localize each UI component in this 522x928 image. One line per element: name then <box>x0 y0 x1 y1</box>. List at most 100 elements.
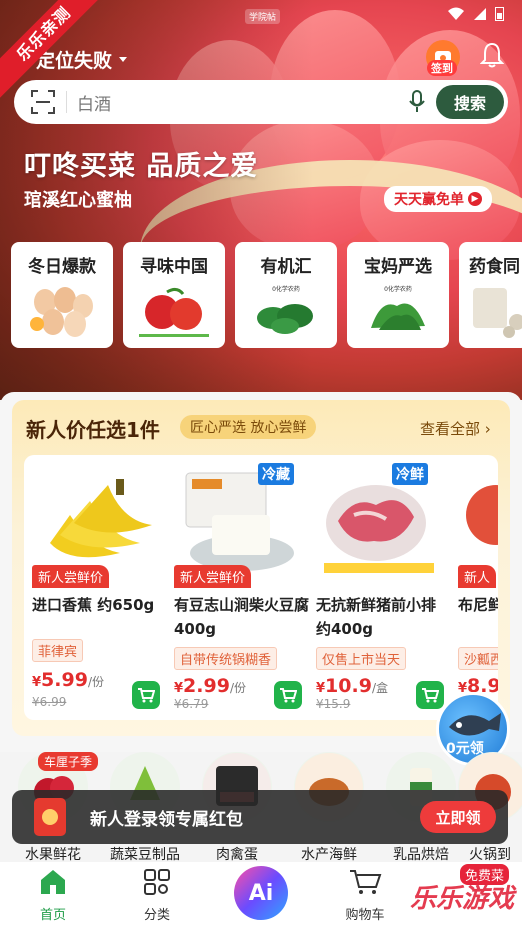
category-label: 肉禽蛋 <box>216 847 258 863</box>
price-value: 2.99 <box>183 675 230 697</box>
spinach-image: 0化学农药 <box>257 284 313 334</box>
apples-image <box>139 287 209 337</box>
price-unit: /份 <box>229 681 246 695</box>
cart-icon <box>138 688 155 703</box>
tab-cart[interactable]: 购物车 <box>330 868 400 923</box>
grid-icon <box>144 869 170 895</box>
category-label: 寻味中国 <box>140 257 208 277</box>
product-card[interactable]: 新人 布尼鲜茄 约 沙瓤西 ¥8.9 <box>450 455 498 720</box>
category-card-food-therapy[interactable]: 药食同 <box>459 242 522 348</box>
watermark-brand: 乐乐游戏 <box>410 884 515 914</box>
notification-button[interactable] <box>479 42 505 72</box>
wifi-icon <box>448 7 464 20</box>
original-price: ¥6.99 <box>32 695 67 709</box>
login-red-packet-banner[interactable]: 新人登录领专属红包 立即领 <box>12 790 508 844</box>
category-card-mom-pick[interactable]: 宝妈严选 0化学农药 <box>347 242 449 348</box>
category-label: 有机汇 <box>260 257 312 277</box>
category-label: 冬日爆款 <box>28 257 96 277</box>
add-to-cart-button[interactable] <box>132 681 160 709</box>
search-bar[interactable]: 白酒 搜索 <box>14 80 508 124</box>
search-divider <box>66 91 67 113</box>
svg-text:0化学农药: 0化学农药 <box>272 285 300 293</box>
scan-icon[interactable] <box>30 89 56 115</box>
chevron-right-icon: ▶ <box>468 192 482 206</box>
cold-fresh-badge: 冷鲜 <box>392 463 428 485</box>
category-label: 水产海鲜 <box>301 847 357 863</box>
price-unit: /份 <box>87 675 104 689</box>
tab-home[interactable]: 首页 <box>18 868 88 923</box>
category-label: 乳品烘焙 <box>393 847 449 863</box>
view-all-label: 查看全部 <box>420 420 481 438</box>
featured-categories: 冬日爆款 寻味中国 有机汇 0化学农药 宝妈严选 0化学农药 药食同 <box>11 242 522 348</box>
category-card-china-flavor[interactable]: 寻味中国 <box>123 242 225 348</box>
currency-symbol: ¥ <box>32 675 42 690</box>
view-all-link[interactable]: 查看全部 › <box>420 418 491 439</box>
hero-slogan: 叮咚买菜 品质之爱 <box>24 151 259 182</box>
chevron-right-icon: › <box>484 420 491 438</box>
microphone-icon[interactable] <box>408 90 426 114</box>
bell-icon <box>479 42 505 68</box>
cart-icon <box>350 870 382 894</box>
price-value: 10.9 <box>325 675 372 697</box>
product-name: 无抗新鲜猪前小排 约400g <box>316 596 437 638</box>
tab-label: 购物车 <box>345 908 385 923</box>
promo-free-order-button[interactable]: 天天赢免单 ▶ <box>384 186 492 212</box>
cart-icon <box>280 688 297 703</box>
new-user-price-ribbon: 新人尝鲜价 <box>174 565 252 588</box>
tab-category[interactable]: 分类 <box>122 868 192 923</box>
herbs-image <box>473 288 522 338</box>
price-unit: /盒 <box>371 681 388 695</box>
category-label: 药食同 <box>469 257 520 277</box>
checkin-label: 签到 <box>427 60 457 76</box>
price-value: 5.99 <box>41 669 88 691</box>
eggs-image <box>30 287 93 337</box>
category-label: 水果鲜花 <box>25 847 81 863</box>
product-card[interactable]: 新人尝鲜价 进口香蕉 约650g 菲律宾 ¥5.99/份 ¥6.99 <box>24 455 166 720</box>
category-card-organic[interactable]: 有机汇 0化学农药 <box>235 242 337 348</box>
product-feature-tag: 自带传统锅糊香 <box>174 647 278 670</box>
greens-image: 0化学农药 <box>371 284 425 330</box>
ai-assistant-button[interactable]: Ai <box>234 866 288 920</box>
hero-subtitle: 琯溪红心蜜柚 <box>24 190 132 211</box>
tomato-image <box>466 485 498 545</box>
new-user-tagline: 匠心严选 放心尝鲜 <box>180 415 317 439</box>
location-selector[interactable]: 定位失败 <box>36 46 128 73</box>
cold-storage-badge: 冷藏 <box>258 463 294 485</box>
search-button[interactable]: 搜索 <box>436 85 504 119</box>
home-icon <box>41 870 65 894</box>
product-price: ¥5.99/份 <box>32 669 104 691</box>
new-user-product-list: 新人尝鲜价 进口香蕉 约650g 菲律宾 ¥5.99/份 ¥6.99 冷藏 新人… <box>24 455 498 720</box>
banner-text: 新人登录领专属红包 <box>90 809 243 830</box>
cart-icon <box>422 688 439 703</box>
product-price: ¥2.99/份 <box>174 675 246 697</box>
status-icons <box>447 6 504 21</box>
currency-symbol: ¥ <box>174 681 184 696</box>
add-to-cart-button[interactable] <box>274 681 302 709</box>
red-packet-icon <box>34 798 66 836</box>
status-center-label: 学院帖 <box>245 9 281 24</box>
product-feature-tag: 沙瓤西 <box>458 647 498 670</box>
product-name: 进口香蕉 约650g <box>32 596 155 614</box>
product-name: 有豆志山涧柴火豆腐 400g <box>174 596 310 638</box>
category-label: 火锅到 <box>469 847 511 863</box>
original-price: ¥15.9 <box>316 697 351 711</box>
search-input[interactable]: 白酒 <box>77 90 408 115</box>
category-label: 蔬菜豆制品 <box>110 847 180 863</box>
product-card[interactable]: 冷鲜 无抗新鲜猪前小排 约400g 仅售上市当天 ¥10.9/盒 ¥15.9 <box>308 455 450 720</box>
product-card[interactable]: 冷藏 新人尝鲜价 有豆志山涧柴火豆腐 400g 自带传统锅糊香 ¥2.99/份 … <box>166 455 309 720</box>
svg-text:0化学农药: 0化学农药 <box>384 285 412 293</box>
new-user-price-ribbon: 新人尝鲜价 <box>32 565 110 588</box>
claim-now-button[interactable]: 立即领 <box>420 801 496 833</box>
banana-image <box>50 479 152 558</box>
currency-symbol: ¥ <box>316 681 326 696</box>
original-price: ¥6.79 <box>174 697 209 711</box>
signal-icon <box>474 7 486 20</box>
product-feature-tag: 仅售上市当天 <box>316 647 407 670</box>
category-card-winter-hot[interactable]: 冬日爆款 <box>11 242 113 348</box>
promo-label: 天天赢免单 <box>394 192 464 208</box>
cherry-season-badge: 车厘子季 <box>38 752 99 771</box>
tab-label: 分类 <box>143 908 170 923</box>
battery-icon <box>495 7 504 21</box>
category-label: 宝妈严选 <box>364 257 432 277</box>
product-price: ¥10.9/盒 <box>316 675 388 697</box>
